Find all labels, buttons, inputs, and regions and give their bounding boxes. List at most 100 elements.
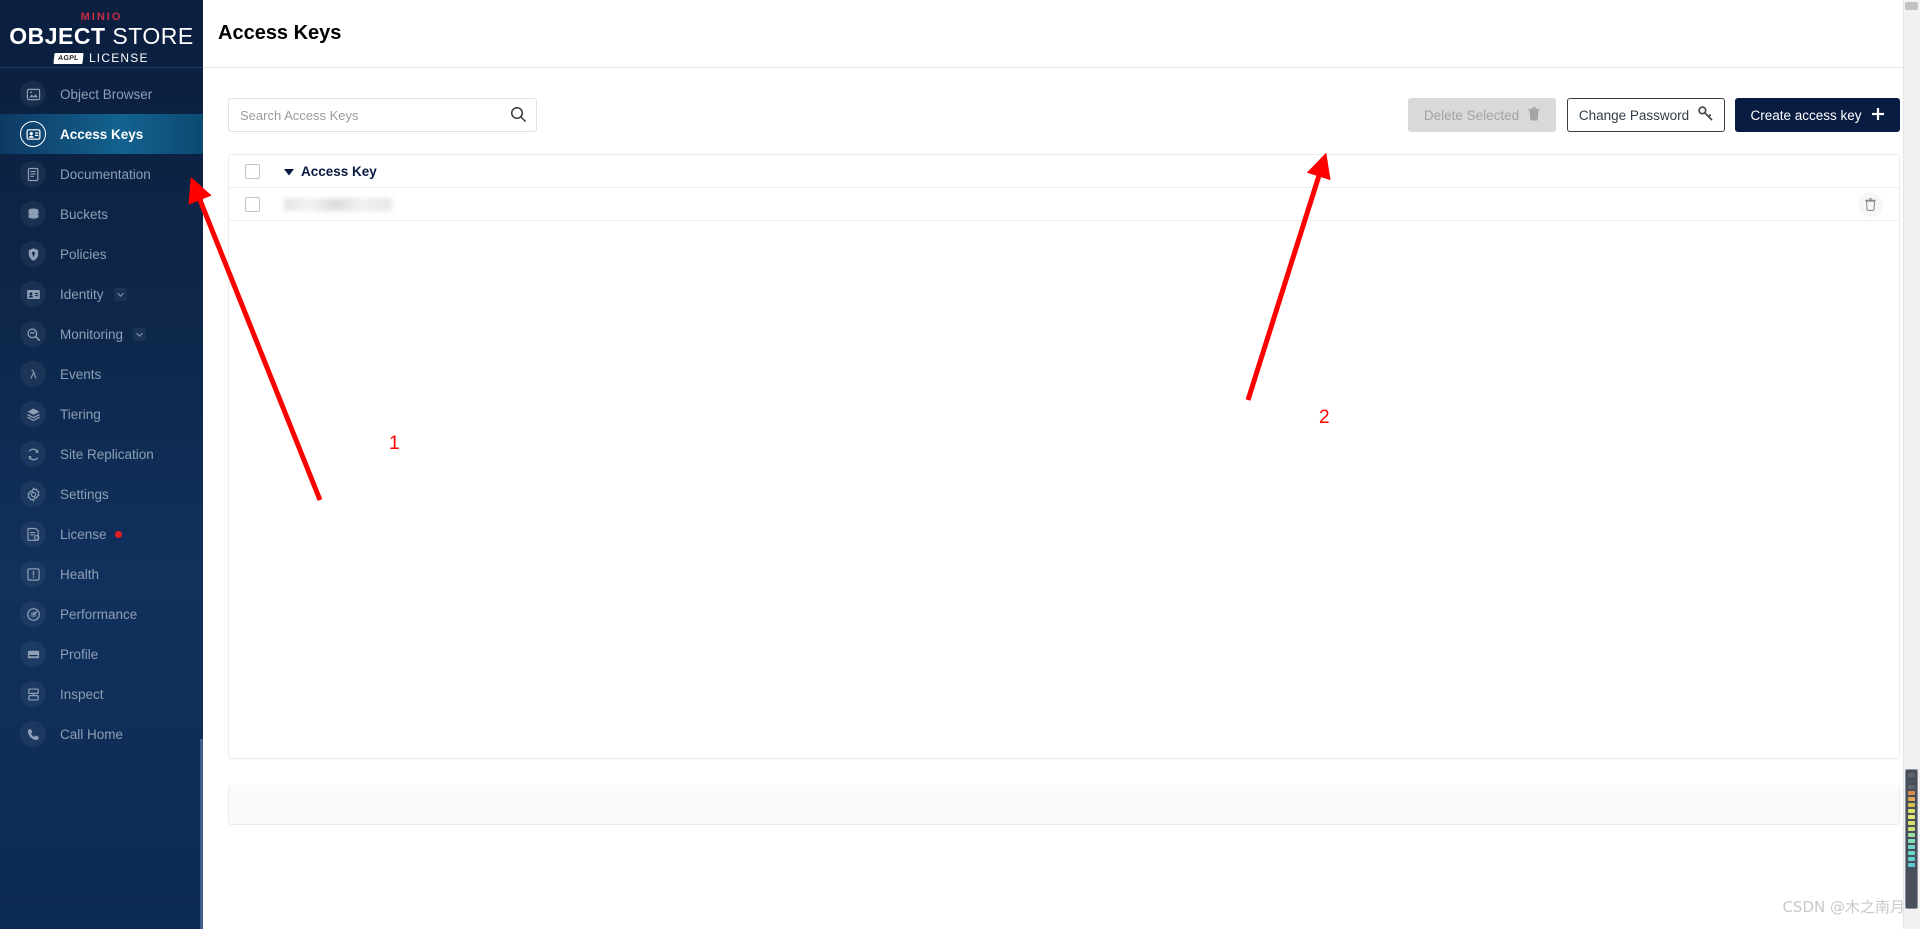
sidebar-item-inspect[interactable]: Inspect (0, 674, 203, 714)
equalizer-bar (1908, 803, 1915, 807)
sidebar-item-label: Monitoring (60, 326, 124, 342)
sidebar-item-label: Buckets (60, 206, 109, 222)
column-header-label: Access Key (301, 163, 377, 179)
sidebar-item-events[interactable]: λ Events (0, 354, 203, 394)
search-input[interactable] (228, 98, 537, 132)
license-label: LICENSE (88, 51, 149, 65)
equalizer-bar (1908, 815, 1915, 819)
sidebar-nav: Object Browser Access Keys Documentation Bu… (0, 68, 203, 754)
equalizer-bar (1908, 851, 1915, 855)
page-header: Access Keys (203, 0, 1920, 68)
select-all-checkbox[interactable] (245, 163, 260, 179)
sidebar-item-profile[interactable]: Profile (0, 634, 203, 674)
site-replication-icon (20, 441, 46, 467)
equalizer-bar (1908, 857, 1915, 861)
sidebar-item-site-replication[interactable]: Site Replication (0, 434, 203, 474)
sidebar-item-call-home[interactable]: Call Home (0, 714, 203, 754)
create-access-key-label: Create access key (1750, 107, 1862, 123)
secondary-panel (228, 785, 1900, 825)
row-checkbox[interactable] (245, 196, 260, 212)
content-area: Delete Selected Change Password (203, 68, 1920, 825)
sidebar-item-label: Identity (60, 286, 104, 302)
sidebar-item-buckets[interactable]: Buckets (0, 194, 203, 234)
table-row[interactable] (229, 188, 1899, 221)
equalizer-bar (1908, 845, 1915, 849)
brand-product-bold: OBJECT (9, 23, 106, 49)
change-password-button[interactable]: Change Password (1567, 98, 1725, 132)
tiering-layers-icon (20, 401, 46, 427)
brand-minio-text: MINIO (80, 11, 123, 23)
page-scrollbar[interactable] (1903, 0, 1920, 929)
performance-icon (20, 601, 46, 627)
equalizer-bar (1908, 785, 1915, 789)
health-icon (20, 561, 46, 587)
table-body (229, 188, 1899, 221)
sidebar-item-label: Performance (60, 606, 138, 622)
caret-down-icon (284, 164, 294, 179)
sidebar-item-label: Documentation (60, 166, 151, 182)
watermark: CSDN @木之南月 (1782, 898, 1905, 916)
sidebar-item-identity[interactable]: Identity (0, 274, 203, 314)
equalizer-bar (1908, 839, 1915, 843)
sidebar-item-label: Events (60, 366, 102, 382)
brand-product-light: STORE (112, 23, 194, 49)
main-content: Access Keys Delete Selected (203, 0, 1920, 929)
brand-logo[interactable]: MINIO OBJECT STORE AGPL LICENSE (0, 0, 203, 68)
sidebar-item-monitoring[interactable]: Monitoring (0, 314, 203, 354)
buckets-icon (20, 201, 46, 227)
access-keys-icon (20, 121, 46, 147)
svg-text:λ: λ (30, 367, 37, 381)
gear-icon (20, 481, 46, 507)
equalizer-bar (1908, 833, 1915, 837)
sidebar-item-label: Inspect (60, 686, 104, 702)
profile-icon (20, 641, 46, 667)
equalizer-bar (1908, 809, 1915, 813)
policies-icon (20, 241, 46, 267)
sidebar-item-health[interactable]: Health (0, 554, 203, 594)
sidebar-item-label: Profile (60, 646, 99, 662)
access-key-value (284, 197, 392, 211)
equalizer-bar (1908, 827, 1915, 831)
row-delete-button[interactable] (1858, 191, 1883, 217)
equalizer-bar (1908, 779, 1915, 783)
sidebar-item-label: Settings (60, 486, 109, 502)
sidebar-item-documentation[interactable]: Documentation (0, 154, 203, 194)
chevron-down-icon[interactable] (113, 287, 127, 301)
sidebar-item-performance[interactable]: Performance (0, 594, 203, 634)
documentation-icon (20, 161, 46, 187)
chevron-down-icon[interactable] (133, 327, 147, 341)
equalizer-bar (1908, 863, 1915, 867)
key-icon (1698, 106, 1713, 124)
sidebar-item-policies[interactable]: Policies (0, 234, 203, 274)
equalizer-bar (1908, 791, 1915, 795)
scrollbar-thumb[interactable] (1905, 2, 1918, 10)
sidebar-item-license[interactable]: License (0, 514, 203, 554)
sidebar: MINIO OBJECT STORE AGPL LICENSE Object B… (0, 0, 203, 929)
agpl-badge: AGPL (53, 52, 84, 64)
sidebar-item-label: Access Keys (60, 126, 144, 142)
events-lambda-icon: λ (20, 361, 46, 387)
sidebar-item-label: Object Browser (60, 86, 153, 102)
create-access-key-button[interactable]: Create access key (1735, 98, 1900, 132)
trash-icon (1865, 197, 1876, 211)
notification-dot (114, 530, 122, 538)
license-icon (20, 521, 46, 547)
sidebar-item-label: License (60, 526, 107, 542)
sidebar-item-label: Policies (60, 246, 107, 262)
call-home-phone-icon (20, 721, 46, 747)
sidebar-item-tiering[interactable]: Tiering (0, 394, 203, 434)
inspect-icon (20, 681, 46, 707)
sidebar-item-access-keys[interactable]: Access Keys (0, 114, 203, 154)
plus-icon (1871, 107, 1885, 124)
equalizer-bar (1908, 821, 1915, 825)
sidebar-item-settings[interactable]: Settings (0, 474, 203, 514)
sidebar-item-object-browser[interactable]: Object Browser (0, 74, 203, 114)
page-title: Access Keys (218, 22, 342, 44)
sidebar-item-label: Site Replication (60, 446, 154, 462)
delete-selected-button[interactable]: Delete Selected (1408, 98, 1556, 132)
column-header-access-key[interactable]: Access Key (284, 164, 377, 179)
identity-icon (20, 281, 46, 307)
access-keys-table: Access Key (228, 154, 1900, 759)
equalizer-bar (1908, 773, 1915, 777)
search-box (228, 98, 537, 132)
